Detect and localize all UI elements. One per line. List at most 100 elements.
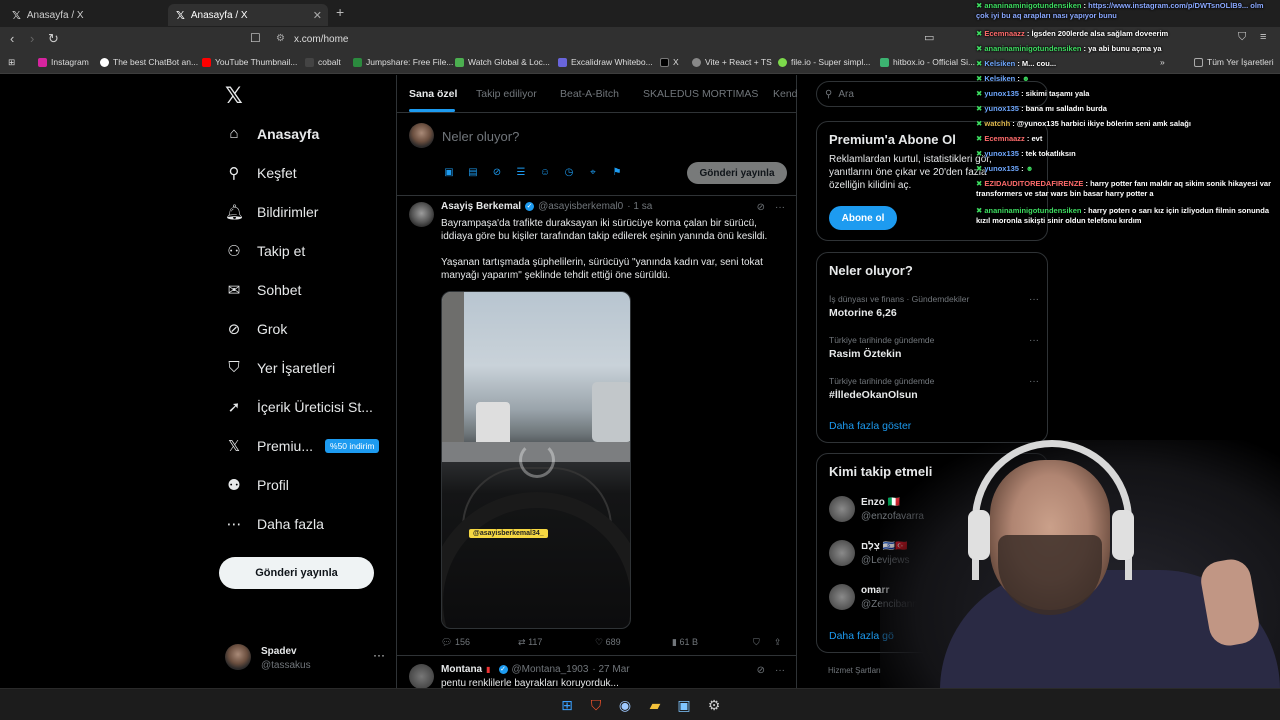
bookmark-item[interactable]: Instagram bbox=[38, 57, 89, 67]
bookmark-item[interactable]: YouTube Thumbnail... bbox=[202, 57, 297, 67]
location-icon[interactable]: ⌖ bbox=[586, 167, 600, 178]
tweet-time[interactable]: · 27 Mar bbox=[592, 664, 629, 675]
heart-icon: ♡ bbox=[595, 637, 604, 647]
schedule-icon[interactable]: ◷ bbox=[562, 167, 576, 178]
grok-icon[interactable]: ⊘ bbox=[757, 665, 765, 676]
trend-item[interactable]: İş dünyası ve finans · Gündemdekiler Mot… bbox=[829, 294, 1039, 319]
more-icon[interactable]: ··· bbox=[1029, 335, 1039, 346]
browser-tab-active[interactable]: 𝕏 Anasayfa / X ✕ bbox=[168, 4, 328, 26]
cast-icon[interactable]: ▭ bbox=[924, 31, 934, 44]
more-icon[interactable]: ··· bbox=[775, 665, 785, 676]
reply-button[interactable]: 💬︎ 156 bbox=[441, 637, 470, 648]
sidebar-item-grok[interactable]: ⊘ Grok bbox=[225, 320, 288, 338]
forward-icon[interactable]: › bbox=[30, 31, 34, 46]
tweet-handle[interactable]: @Montana_1903 bbox=[512, 664, 589, 675]
tweet[interactable]: Montana ▮ ✓ @Montana_1903 · 27 Mar ⊘ ···… bbox=[397, 656, 797, 688]
file-explorer-icon[interactable]: ▰ bbox=[645, 695, 665, 715]
tab-list[interactable]: SKALEDUS MORTIMAS bbox=[643, 88, 758, 100]
bookmark-icon: ⛉ bbox=[228, 359, 240, 376]
main-feed: Sana özel Takip ediliyor Beat-A-Bitch SK… bbox=[396, 75, 798, 688]
trends-title: Neler oluyor? bbox=[829, 263, 913, 278]
x-logo-icon[interactable]: 𝕏 bbox=[225, 83, 243, 109]
poll-icon[interactable]: ☰ bbox=[514, 167, 528, 178]
bookmark-item[interactable]: hitbox.io - Official Si... bbox=[880, 57, 975, 67]
subscribe-button[interactable]: Abone ol bbox=[829, 206, 897, 230]
more-icon[interactable]: ··· bbox=[775, 202, 785, 213]
post-button[interactable]: Gönderi yayınla bbox=[219, 557, 374, 589]
brave-browser-icon[interactable]: ⛉ bbox=[586, 695, 606, 715]
windows-taskbar: ⊞ ⛉ ◉ ▰ ▣ ⚙ bbox=[0, 688, 1280, 720]
tab-title: Anasayfa / X bbox=[26, 9, 84, 21]
more-icon[interactable]: ··· bbox=[1029, 376, 1039, 387]
account-switcher[interactable]: Spadev @tassakus ··· bbox=[225, 640, 385, 676]
sidebar-item-home[interactable]: ⌂ Anasayfa bbox=[225, 125, 319, 142]
tweet-video[interactable]: @asayisberkemal34_ bbox=[441, 291, 631, 629]
bookmark-item[interactable]: Vite + React + TS bbox=[692, 57, 772, 67]
tweet[interactable]: Asayiş Berkemal ✓ @asayisberkemal0 · 1 s… bbox=[397, 196, 797, 656]
sidebar-item-profile[interactable]: ⚉ Profil bbox=[225, 476, 289, 494]
browser-tab[interactable]: 𝕏 Anasayfa / X bbox=[4, 4, 164, 26]
chat-text: sikimi taşamı yala bbox=[1025, 89, 1090, 98]
avatar[interactable] bbox=[409, 202, 434, 227]
bookmark-icon[interactable]: ⛉ bbox=[753, 637, 760, 648]
sidebar-item-more[interactable]: ⋯ Daha fazla bbox=[225, 515, 324, 533]
windows-start-icon[interactable]: ⊞ bbox=[557, 695, 577, 715]
steam-icon[interactable]: ◉ bbox=[615, 695, 635, 715]
feed-tabs: Sana özel Takip ediliyor Beat-A-Bitch SK… bbox=[397, 75, 798, 113]
sidebar-item-explore[interactable]: ⚲ Keşfet bbox=[225, 164, 297, 182]
gif-icon[interactable]: ▤ bbox=[466, 167, 480, 178]
view-count: 61 B bbox=[679, 637, 698, 647]
flag-icon[interactable]: ⚑ bbox=[610, 167, 624, 178]
more-icon[interactable]: ··· bbox=[1029, 294, 1039, 305]
grok-icon[interactable]: ⊘ bbox=[490, 167, 504, 178]
trend-item[interactable]: Türkiye tarihinde gündemde #İlledeOkanOl… bbox=[829, 376, 1039, 401]
bookmark-item[interactable]: Jumpshare: Free File... bbox=[353, 57, 453, 67]
post-submit-button[interactable]: Gönderi yayınla bbox=[687, 162, 787, 184]
emoji-icon[interactable]: ☺ bbox=[538, 167, 552, 178]
close-tab-icon[interactable]: ✕ bbox=[313, 9, 322, 22]
bookmark-item[interactable]: Watch Global & Loc... bbox=[455, 57, 550, 67]
app-icon[interactable]: ▣ bbox=[674, 695, 694, 715]
app-icon[interactable]: ⚙ bbox=[704, 695, 724, 715]
new-tab-button[interactable]: + bbox=[336, 4, 344, 20]
like-button[interactable]: ♡ 689 bbox=[595, 637, 621, 648]
bookmark-item[interactable]: cobalt bbox=[305, 57, 341, 67]
apps-icon[interactable]: ⊞ bbox=[8, 57, 15, 68]
repost-button[interactable]: ⇄ 117 bbox=[518, 637, 542, 648]
views-button[interactable]: ▮ 61 B bbox=[672, 637, 698, 648]
bookmark-item[interactable]: The best ChatBot an... bbox=[100, 57, 198, 67]
tweet-time[interactable]: · 1 sa bbox=[627, 201, 652, 212]
avatar[interactable] bbox=[409, 664, 434, 688]
show-more-link[interactable]: Daha fazla göster bbox=[829, 420, 911, 432]
tab-for-you[interactable]: Sana özel bbox=[409, 88, 457, 100]
share-icon[interactable]: ⇪ bbox=[774, 637, 782, 648]
image-icon[interactable]: ▣ bbox=[442, 167, 456, 178]
tweet-handle[interactable]: @asayisberkemal0 bbox=[538, 201, 623, 212]
footer-link[interactable]: Hizmet Şartları bbox=[828, 666, 881, 675]
reload-icon[interactable]: ↻ bbox=[48, 31, 59, 47]
site-info-icon[interactable]: ⚙ bbox=[276, 33, 285, 44]
tweet-author[interactable]: Montana bbox=[441, 664, 482, 675]
sidebar-item-notifications[interactable]: 🔔︎ Bildirimler bbox=[225, 203, 318, 221]
sidebar-item-creator-studio[interactable]: ➚ İçerik Üreticisi St... bbox=[225, 398, 373, 416]
sidebar-item-bookmarks[interactable]: ⛉ Yer İşaretleri bbox=[225, 359, 335, 376]
composer-input[interactable]: Neler oluyor? bbox=[442, 129, 519, 144]
sidebar-item-premium[interactable]: 𝕏 Premiu... %50 indirim bbox=[225, 437, 380, 455]
bookmark-item[interactable]: file.io - Super simpl... bbox=[778, 57, 870, 67]
tweet-author[interactable]: Asayiş Berkemal bbox=[441, 201, 521, 212]
tab-list[interactable]: Beat-A-Bitch bbox=[560, 88, 619, 100]
grok-icon[interactable]: ⊘ bbox=[757, 202, 765, 213]
bookmark-item[interactable]: Excalidraw Whitebo... bbox=[558, 57, 653, 67]
bookmark-page-icon[interactable]: ☐ bbox=[250, 31, 261, 45]
bookmark-item[interactable]: X bbox=[660, 57, 679, 67]
trend-item[interactable]: Türkiye tarihinde gündemde Rasim Öztekin… bbox=[829, 335, 1039, 360]
sidebar-item-messages[interactable]: ✉ Sohbet bbox=[225, 281, 302, 299]
sidebar-item-follow[interactable]: ⚇ Takip et bbox=[225, 242, 305, 260]
repost-icon: ⇄ bbox=[518, 637, 526, 647]
tab-list[interactable]: Kend bbox=[773, 88, 798, 100]
back-icon[interactable]: ‹ bbox=[10, 31, 14, 46]
more-icon[interactable]: ··· bbox=[373, 648, 385, 662]
tab-following[interactable]: Takip ediliyor bbox=[476, 88, 537, 100]
chat-user: yunox135 bbox=[984, 164, 1019, 173]
address-bar[interactable]: ⚙ x.com/home bbox=[272, 30, 912, 49]
